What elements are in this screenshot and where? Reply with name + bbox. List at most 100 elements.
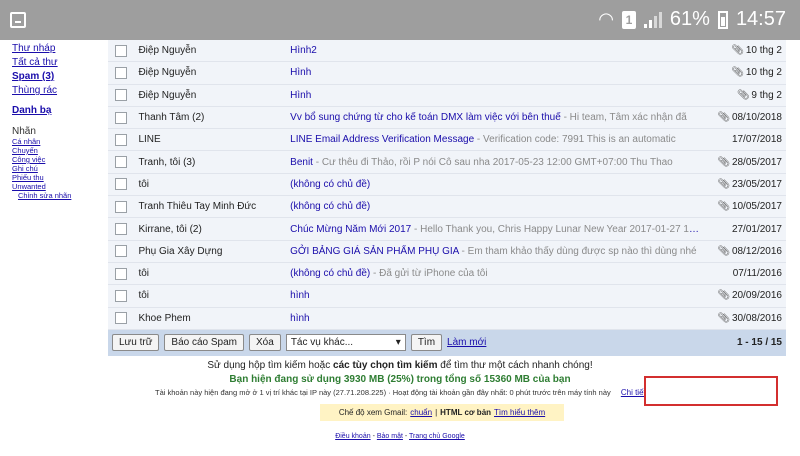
row-checkbox[interactable] — [115, 111, 128, 124]
battery-icon — [717, 10, 728, 29]
mail-subject-cell[interactable]: Hình — [286, 84, 705, 107]
mail-row[interactable]: Kirrane, tôi (2) Chúc Mừng Năm Mới 2017 -… — [108, 217, 786, 241]
archive-button[interactable]: Lưu trữ — [112, 334, 160, 352]
row-checkbox[interactable] — [115, 223, 128, 236]
wifi-icon: ◠ — [598, 9, 614, 29]
go-button[interactable]: Tìm — [410, 334, 443, 352]
mail-subject-cell[interactable]: LINE Email Address Verification Message … — [286, 128, 705, 152]
delete-button[interactable]: Xóa — [249, 334, 281, 352]
mail-subject-cell[interactable]: hình — [286, 307, 705, 330]
learn-more-link[interactable]: Tìm hiểu thêm — [494, 408, 545, 417]
row-checkbox[interactable] — [115, 267, 128, 280]
mail-row[interactable]: tôi (không có chủ đề) - Đã gửi từ iPhone … — [108, 262, 786, 286]
mail-date-cell: 27/01/2017 — [704, 217, 786, 241]
mail-subject: Chúc Mừng Năm Mới 2017 — [290, 223, 412, 235]
mail-row[interactable]: Phụ Gia Xây Dựng GỞI BẢNG GIÁ SẢN PHẨM PH… — [108, 240, 786, 263]
mail-row[interactable]: Thanh Tâm (2) Vv bổ sung chứng từ cho kế … — [108, 106, 786, 130]
sidebar-item-spam[interactable]: Spam (3) — [12, 70, 112, 84]
mail-date-cell: 📎︎ 30/08/2016 — [704, 307, 786, 330]
mail-subject-cell[interactable]: (không có chủ đề) - Đã gửi từ iPhone của… — [286, 262, 705, 286]
mail-date: 9 thg 2 — [751, 89, 782, 101]
mail-subject-cell[interactable]: Chúc Mừng Năm Mới 2017 - Hello Thank you… — [286, 217, 705, 241]
mail-subject-cell[interactable]: GỞI BẢNG GIÁ SẢN PHẨM PHỤ GIA - Em tham … — [286, 240, 705, 263]
row-checkbox[interactable] — [115, 178, 128, 191]
sidebar-item-all-mail[interactable]: Tất cả thư — [12, 56, 112, 70]
mail-list-panel: Điệp Nguyễn Hình2 📎︎ 10 thg 2 Điệp Nguyễn Hìn… — [108, 40, 786, 356]
mail-row[interactable]: tôi hình 📎︎ 20/09/2016 — [108, 284, 786, 308]
mail-subject: Hình — [290, 67, 312, 79]
mail-subject: Vv bổ sung chứng từ cho kế toán DMX làm … — [290, 112, 561, 124]
mail-subject: Hình2 — [290, 45, 317, 57]
row-checkbox[interactable] — [115, 89, 128, 102]
mail-date-cell: 📎︎ 20/09/2016 — [704, 284, 786, 308]
paperclip-icon: 📎︎ — [717, 156, 730, 168]
label-link[interactable]: Ghi chú — [12, 164, 112, 173]
mail-date: 08/12/2016 — [731, 245, 782, 257]
mail-table: Điệp Nguyễn Hình2 📎︎ 10 thg 2 Điệp Nguyễn Hìn… — [108, 40, 786, 330]
search-options-text: các tùy chọn tìm kiếm — [333, 360, 438, 371]
sidebar-item-trash[interactable]: Thùng rác — [12, 84, 112, 98]
label-link[interactable]: Unwanted — [12, 182, 112, 191]
row-checkbox-cell — [108, 173, 135, 197]
mail-row[interactable]: Tranh, tôi (3) Benit - Cư thêu đi Thảo, r… — [108, 150, 786, 174]
privacy-link[interactable]: Bảo mật — [377, 433, 403, 440]
mail-subject-cell[interactable]: Benit - Cư thêu đi Thảo, rồi P nói Cô sa… — [286, 150, 705, 174]
mail-subject-cell[interactable]: (không có chủ đề) — [286, 195, 705, 219]
details-link[interactable]: Chi tiết — [621, 388, 646, 397]
row-checkbox[interactable] — [115, 66, 128, 79]
mail-row[interactable]: Điệp Nguyễn Hình 📎︎ 9 thg 2 — [108, 84, 786, 107]
row-checkbox-cell — [108, 128, 135, 152]
mail-row[interactable]: Tranh Thiêu Tay Minh Đức (không có chủ đề… — [108, 195, 786, 219]
row-checkbox[interactable] — [115, 133, 128, 146]
refresh-link[interactable]: Làm mới — [447, 337, 486, 348]
separator: | — [435, 408, 438, 417]
sidebar-item-drafts[interactable]: Thư nháp — [12, 42, 112, 56]
sidebar-item-contacts[interactable]: Danh bạ — [12, 104, 112, 118]
paperclip-icon: 📎︎ — [731, 67, 744, 79]
mail-date: 28/05/2017 — [731, 156, 782, 168]
account-activity: Tài khoản này hiện đang mở ở 1 vị trí kh… — [155, 388, 646, 397]
row-checkbox-cell — [108, 307, 135, 330]
battery-percent: 61% — [669, 8, 710, 30]
google-home-link[interactable]: Trang chủ Google — [409, 433, 465, 440]
row-checkbox[interactable] — [115, 289, 128, 302]
mail-subject: (không có chủ đề) — [290, 201, 371, 213]
account-info-text: Tài khoản này hiện đang mở ở 1 vị trí kh… — [155, 388, 611, 397]
mail-subject-cell[interactable]: Hình — [286, 61, 705, 85]
row-checkbox[interactable] — [115, 200, 128, 213]
paperclip-icon: 📎︎ — [736, 89, 750, 101]
row-checkbox[interactable] — [115, 44, 128, 57]
mail-row[interactable]: Điệp Nguyễn Hình 📎︎ 10 thg 2 — [108, 61, 786, 85]
mail-snippet: - Hi team, Tâm xác nhận đã — [560, 112, 687, 124]
mail-sender: Điệp Nguyễn — [134, 61, 287, 85]
label-link[interactable]: Công việc — [12, 155, 112, 164]
labels-title: Nhãn — [12, 126, 36, 137]
mail-date-cell: 📎︎ 10 thg 2 — [704, 40, 786, 63]
mail-date: 30/08/2016 — [731, 312, 782, 324]
row-checkbox-cell — [108, 195, 135, 219]
label-link[interactable]: Cá nhân — [12, 137, 112, 146]
mail-row[interactable]: LINE LINE Email Address Verification Mess… — [108, 128, 786, 152]
mail-sender: Điệp Nguyễn — [134, 40, 287, 63]
mail-row[interactable]: tôi (không có chủ đề) 📎︎ 23/05/2017 — [108, 173, 786, 197]
mail-subject-cell[interactable]: Vv bổ sung chứng từ cho kế toán DMX làm … — [286, 106, 705, 130]
report-spam-button[interactable]: Báo cáo Spam — [164, 334, 245, 352]
row-checkbox[interactable] — [115, 245, 128, 258]
mail-subject-cell[interactable]: (không có chủ đề) — [286, 173, 705, 197]
sidebar: Thư nháp Tất cả thư Spam (3) Thùng rác D… — [12, 42, 112, 200]
edit-labels-link[interactable]: Chỉnh sửa nhãn — [18, 191, 112, 200]
mail-row[interactable]: Điệp Nguyễn Hình2 📎︎ 10 thg 2 — [108, 40, 786, 63]
mail-date: 17/07/2018 — [731, 134, 782, 146]
mail-subject-cell[interactable]: hình — [286, 284, 705, 308]
row-checkbox[interactable] — [115, 312, 128, 325]
row-checkbox[interactable] — [115, 156, 128, 169]
more-actions-select[interactable]: Tác vụ khác... ▾ — [285, 334, 406, 352]
mail-subject-cell[interactable]: Hình2 — [286, 40, 705, 63]
terms-link[interactable]: Điều khoản — [335, 433, 370, 440]
label-link[interactable]: Phiếu thu — [12, 173, 112, 182]
mail-row[interactable]: Khoe Phem hình 📎︎ 30/08/2016 — [108, 307, 786, 330]
label-link[interactable]: Chuyến — [12, 146, 112, 155]
mail-sender: LINE — [134, 128, 287, 152]
mail-date-cell: 📎︎ 08/12/2016 — [704, 240, 786, 263]
standard-view-link[interactable]: chuẩn — [410, 408, 432, 417]
